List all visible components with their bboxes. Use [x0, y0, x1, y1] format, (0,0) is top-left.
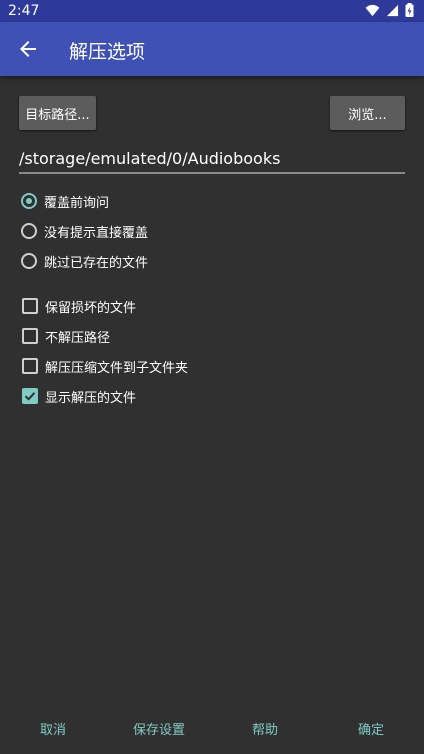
- page-title: 解压选项: [69, 41, 146, 63]
- checkbox[interactable]: [22, 328, 38, 344]
- checkbox-no-paths[interactable]: 不解压路径: [20, 323, 110, 349]
- radio-skip-existing[interactable]: 跳过已存在的文件: [20, 248, 148, 274]
- radio-button[interactable]: [21, 223, 37, 239]
- target-path-value: /storage/emulated/0/Audiobooks: [19, 148, 281, 168]
- battery-icon: [405, 3, 414, 17]
- browse-button[interactable]: 浏览...: [330, 96, 405, 130]
- checkbox-label: 保留损坏的文件: [45, 300, 137, 316]
- check-icon: [24, 392, 36, 401]
- back-arrow-icon[interactable]: [16, 37, 40, 61]
- radio-label: 没有提示直接覆盖: [44, 225, 149, 241]
- status-icons: [365, 3, 414, 17]
- status-bar: 2:47: [0, 0, 424, 22]
- radio-overwrite-without-prompt[interactable]: 没有提示直接覆盖: [20, 218, 148, 244]
- checkbox-label: 不解压路径: [45, 330, 111, 346]
- radio-ask-before-overwrite[interactable]: 覆盖前询问: [20, 188, 109, 214]
- radio-label: 覆盖前询问: [44, 195, 110, 211]
- cancel-button[interactable]: 取消: [28, 718, 78, 738]
- signal-icon: [386, 4, 399, 16]
- checkbox-extract-to-subfolders[interactable]: 解压压缩文件到子文件夹: [20, 353, 188, 379]
- checkbox-label: 显示解压的文件: [45, 390, 137, 406]
- checkbox-show-extracted-files[interactable]: 显示解压的文件: [20, 383, 136, 409]
- checkbox[interactable]: [22, 358, 38, 374]
- save-settings-button[interactable]: 保存设置: [124, 718, 194, 738]
- wifi-icon: [365, 4, 380, 16]
- checkbox-label: 解压压缩文件到子文件夹: [45, 360, 189, 376]
- checkbox[interactable]: [22, 298, 38, 314]
- checkbox[interactable]: [22, 388, 38, 404]
- target-path-input[interactable]: /storage/emulated/0/Audiobooks: [19, 144, 405, 174]
- app-bar: 解压选项: [0, 22, 424, 76]
- radio-button[interactable]: [21, 253, 37, 269]
- help-button[interactable]: 帮助: [240, 718, 290, 738]
- target-path-button[interactable]: 目标路径...: [19, 96, 96, 130]
- checkbox-keep-broken-files[interactable]: 保留损坏的文件: [20, 293, 136, 319]
- status-time: 2:47: [8, 3, 40, 19]
- ok-button[interactable]: 确定: [346, 718, 396, 738]
- radio-label: 跳过已存在的文件: [44, 255, 149, 271]
- radio-button[interactable]: [21, 193, 37, 209]
